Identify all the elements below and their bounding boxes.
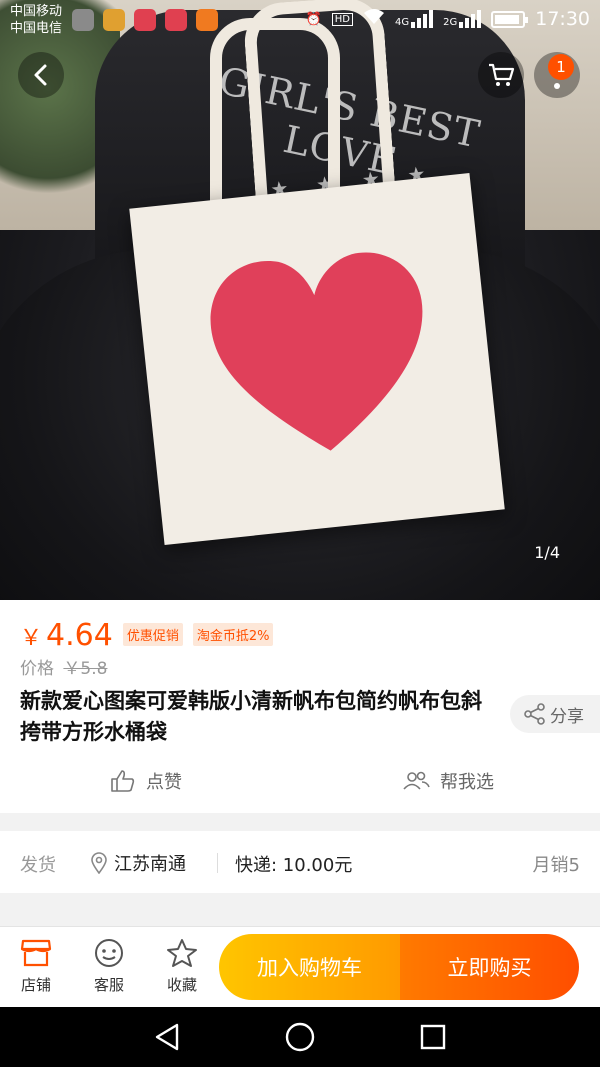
nav-recent-icon: [420, 1024, 446, 1050]
share-label: 分享: [550, 706, 584, 727]
monthly-sales: 月销5: [532, 855, 580, 876]
gallery-notif-icon: [72, 9, 94, 31]
cart-icon: [489, 63, 515, 86]
carrier-info: 中国移动 中国电信: [10, 3, 62, 37]
alarm-icon: ⏰: [305, 11, 322, 27]
network-type-2: 2G: [443, 17, 458, 28]
nav-home-button[interactable]: [283, 1020, 317, 1054]
help-me-choose-button[interactable]: 帮我选: [402, 768, 494, 794]
buy-now-button[interactable]: 立即购买: [400, 934, 579, 1000]
back-arrow-icon: [34, 64, 47, 86]
shipping-divider: [217, 853, 218, 873]
status-bar: 中国移动 中国电信 ⏰ HD 4G 2G 17:30: [0, 0, 600, 40]
customer-service-button[interactable]: 客服: [79, 936, 139, 995]
more-icon: [554, 83, 560, 89]
shop-label: 店铺: [20, 976, 51, 994]
back-button[interactable]: [18, 52, 64, 98]
product-title: 新款爱心图案可爱韩版小清新帆布包简约帆布包斜挎带方形水桶袋: [20, 689, 482, 744]
image-counter: 1/4: [534, 543, 560, 562]
shop-button[interactable]: 店铺: [6, 936, 66, 995]
price-currency: ￥: [20, 626, 43, 651]
heart-print: [210, 252, 423, 451]
like-label: 点赞: [146, 772, 182, 793]
battery-icon: [491, 10, 529, 28]
share-button[interactable]: 分享: [510, 695, 600, 733]
promo-tag: 优惠促销: [122, 623, 183, 646]
star-icon: [167, 939, 197, 967]
app-notif-icon: [103, 9, 125, 31]
location-text: 江苏南通: [114, 854, 186, 875]
network-type-1: 4G: [394, 17, 410, 28]
shipping-fee: 快递: 10.00元: [235, 855, 353, 876]
hd-label: HD: [331, 12, 353, 26]
price-row: ￥ 4.64 优惠促销 淘金币抵2%: [20, 618, 274, 653]
service-label: 客服: [93, 976, 124, 994]
notification-icons: [72, 9, 218, 31]
favorite-button[interactable]: 收藏: [152, 936, 212, 995]
clock: 17:30: [535, 8, 590, 30]
tote-bag: [129, 173, 505, 545]
cart-count-badge: 1: [548, 54, 574, 80]
wifi-icon: [363, 8, 385, 30]
carrier-2: 中国电信: [10, 21, 63, 36]
price-value: 4.64: [46, 618, 113, 653]
status-right: ⏰ HD 4G 2G 17:30: [306, 8, 590, 30]
original-price-row: 价格 ￥5.8: [20, 654, 107, 679]
original-price-label: 价格: [20, 659, 54, 679]
nav-back-button[interactable]: [150, 1020, 184, 1054]
shipping-location: 江苏南通: [90, 850, 186, 876]
original-price: ￥5.8: [63, 659, 108, 679]
help-label: 帮我选: [440, 772, 494, 793]
coin-tag: 淘金币抵2%: [192, 623, 274, 646]
carrier-1: 中国移动: [10, 4, 63, 19]
shop-icon: [20, 939, 52, 967]
nav-recent-button[interactable]: [416, 1020, 450, 1054]
nav-home-icon: [285, 1022, 315, 1052]
add-to-cart-button[interactable]: 加入购物车: [219, 934, 400, 1000]
nav-back-icon: [155, 1023, 179, 1051]
group-icon: [403, 771, 430, 790]
shipping-label: 发货: [20, 855, 56, 876]
taobao-notif-icon: [196, 9, 218, 31]
service-icon: [95, 939, 123, 967]
thumbs-up-icon: [111, 770, 135, 792]
weibo-notif-icon: [134, 9, 156, 31]
weibo-notif-icon: [165, 9, 187, 31]
fav-label: 收藏: [166, 976, 197, 994]
like-button[interactable]: 点赞: [110, 768, 182, 794]
signal-2g: 2G: [443, 10, 482, 28]
signal-4g: 4G: [394, 10, 434, 28]
location-pin-icon: [91, 852, 107, 874]
share-icon: [524, 703, 545, 725]
cart-button[interactable]: [478, 52, 524, 98]
